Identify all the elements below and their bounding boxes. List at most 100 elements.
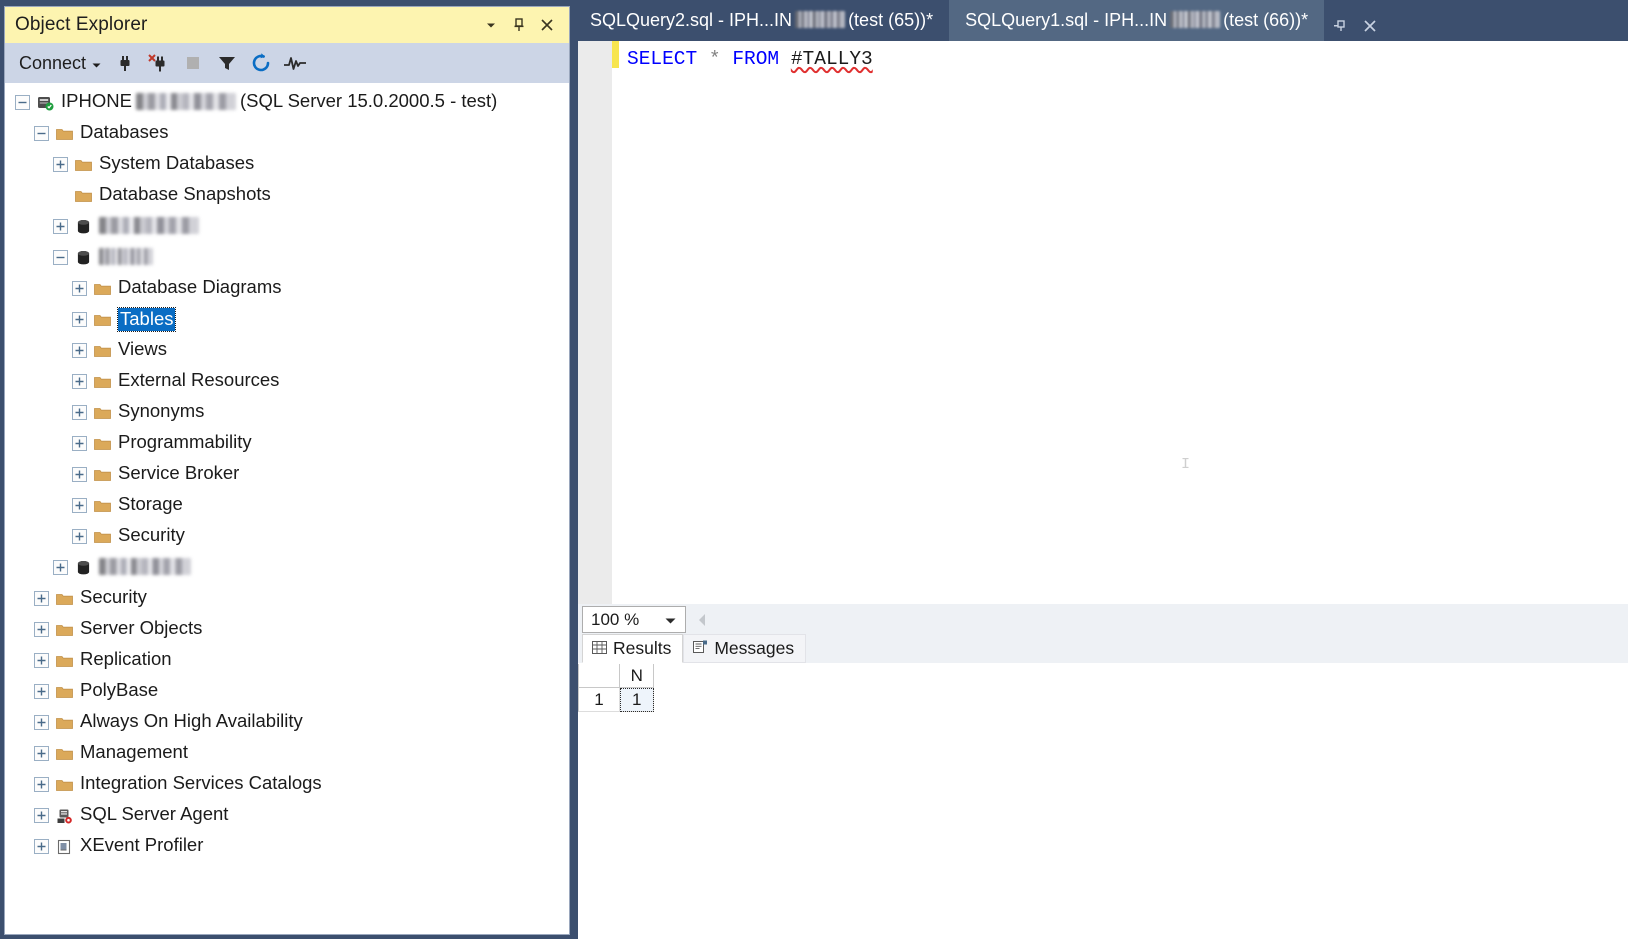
tree-node-label: Storage (118, 493, 183, 515)
editor-code-area[interactable]: SELECT * FROM #TALLY3 I (619, 41, 1628, 604)
folder-icon (73, 156, 93, 174)
database-icon (73, 559, 93, 577)
document-tabstrip: SQLQuery2.sql - IPH...IN (test (65))* SQLQ… (574, 0, 1628, 41)
tree-node-label: Security (80, 586, 147, 608)
object-explorer-tree[interactable]: IPHONE (SQL Server 15.0.2000.5 - test) Dat… (5, 83, 569, 934)
activity-monitor-icon[interactable] (279, 48, 311, 78)
results-tab-messages[interactable]: Messages (683, 634, 807, 663)
sql-editor[interactable]: SELECT * FROM #TALLY3 I (574, 41, 1628, 604)
tree-node[interactable]: Storage (5, 490, 569, 521)
tree-node[interactable]: Synonyms (5, 397, 569, 428)
tree-node[interactable]: Management (5, 738, 569, 769)
tree-node[interactable]: Security (5, 521, 569, 552)
xevent-icon (54, 838, 74, 856)
pin-icon[interactable] (505, 12, 533, 38)
code-line-1[interactable]: SELECT * FROM #TALLY3 (619, 45, 1628, 72)
tree-expander-plus-icon[interactable] (34, 591, 49, 606)
tree-expander-plus-icon[interactable] (72, 281, 87, 296)
grid-column-header[interactable]: N (620, 664, 655, 688)
splitter-collapse-icon[interactable] (696, 612, 708, 628)
document-tab[interactable]: SQLQuery2.sql - IPH...IN (test (65))* (574, 0, 950, 41)
connect-icon[interactable] (109, 48, 141, 78)
document-tab-label-suffix: (test (66))* (1223, 10, 1309, 30)
tree-node-label: Service Broker (118, 462, 240, 484)
tree-node[interactable]: Databases (5, 118, 569, 149)
results-grid-header-row: N (578, 664, 1628, 688)
tree-node[interactable]: Security (5, 583, 569, 614)
tree-expander-minus-icon[interactable] (53, 250, 68, 265)
tree-node[interactable]: Service Broker (5, 459, 569, 490)
document-tab-label-prefix: SQLQuery2.sql - IPH...IN (590, 10, 793, 30)
tree-node-label: Always On High Availability (80, 710, 303, 732)
tree-node[interactable]: XEvent Profiler (5, 831, 569, 862)
grid-row[interactable]: 11 (578, 688, 1628, 712)
zoom-level-combobox[interactable]: 100 % (582, 606, 686, 633)
tree-expander-plus-icon[interactable] (72, 374, 87, 389)
database-icon (73, 249, 93, 267)
tree-node[interactable]: SQL Server Agent (5, 800, 569, 831)
folder-icon (54, 590, 74, 608)
tree-node[interactable]: Tables (5, 304, 569, 335)
tree-expander-plus-icon[interactable] (72, 436, 87, 451)
tree-node[interactable]: Replication (5, 645, 569, 676)
tree-expander-plus-icon[interactable] (34, 839, 49, 854)
tree-expander-plus-icon[interactable] (34, 684, 49, 699)
tree-node[interactable]: Integration Services Catalogs (5, 769, 569, 800)
tree-node-label: Database Snapshots (99, 183, 271, 205)
tree-node[interactable]: Database Diagrams (5, 273, 569, 304)
connect-button[interactable]: Connect (13, 50, 107, 77)
tree-node[interactable] (5, 242, 569, 273)
tree-expander-plus-icon[interactable] (72, 467, 87, 482)
results-tab-results[interactable]: Results (582, 634, 684, 663)
grid-cell[interactable]: 1 (620, 688, 655, 712)
tree-expander-plus-icon[interactable] (72, 405, 87, 420)
tree-node[interactable]: IPHONE (SQL Server 15.0.2000.5 - test) (5, 87, 569, 118)
tree-expander-plus-icon[interactable] (72, 498, 87, 513)
tree-expander-plus-icon[interactable] (34, 715, 49, 730)
tree-node-label: Server Objects (80, 617, 203, 639)
chevron-down-icon (665, 610, 676, 630)
window-dropdown-icon[interactable] (477, 12, 505, 38)
tree-expander-minus-icon[interactable] (15, 95, 30, 110)
tree-node[interactable]: Database Snapshots (5, 180, 569, 211)
object-explorer-toolbar: Connect (5, 43, 569, 83)
tree-node[interactable]: Server Objects (5, 614, 569, 645)
filter-icon[interactable] (211, 48, 243, 78)
tree-expander-minus-icon[interactable] (34, 126, 49, 141)
disconnect-icon[interactable] (143, 48, 175, 78)
tree-expander-plus-icon[interactable] (72, 529, 87, 544)
tree-expander-plus-icon[interactable] (34, 653, 49, 668)
tree-node-label: Management (80, 741, 188, 763)
folder-icon (54, 745, 74, 763)
tree-expander-plus-icon[interactable] (53, 219, 68, 234)
tree-node[interactable]: Programmability (5, 428, 569, 459)
tree-node[interactable]: Views (5, 335, 569, 366)
tree-expander-plus-icon[interactable] (34, 808, 49, 823)
tree-expander-plus-icon[interactable] (34, 622, 49, 637)
folder-icon (92, 435, 112, 453)
tree-node[interactable]: System Databases (5, 149, 569, 180)
tree-node[interactable] (5, 211, 569, 242)
results-grid-body[interactable]: 11 (578, 688, 1628, 712)
document-tab[interactable]: SQLQuery1.sql - IPH...IN (test (66))* (949, 0, 1325, 41)
pin-tab-icon[interactable] (1326, 11, 1354, 41)
close-icon[interactable] (533, 12, 561, 38)
grid-corner-header[interactable] (578, 664, 621, 688)
tree-expander-plus-icon[interactable] (34, 746, 49, 761)
sql-operator: * (708, 47, 721, 70)
tree-node[interactable]: PolyBase (5, 676, 569, 707)
results-grid[interactable]: N 11 (578, 664, 1628, 712)
tree-node-label: External Resources (118, 369, 280, 391)
grid-row-number[interactable]: 1 (578, 688, 621, 712)
tree-expander-plus-icon[interactable] (53, 157, 68, 172)
folder-icon (54, 714, 74, 732)
refresh-icon[interactable] (245, 48, 277, 78)
tree-node[interactable] (5, 552, 569, 583)
close-tab-icon[interactable] (1356, 11, 1384, 41)
tree-expander-plus-icon[interactable] (53, 560, 68, 575)
tree-expander-plus-icon[interactable] (34, 777, 49, 792)
tree-node[interactable]: Always On High Availability (5, 707, 569, 738)
tree-expander-plus-icon[interactable] (72, 312, 87, 327)
tree-node[interactable]: External Resources (5, 366, 569, 397)
tree-expander-plus-icon[interactable] (72, 343, 87, 358)
